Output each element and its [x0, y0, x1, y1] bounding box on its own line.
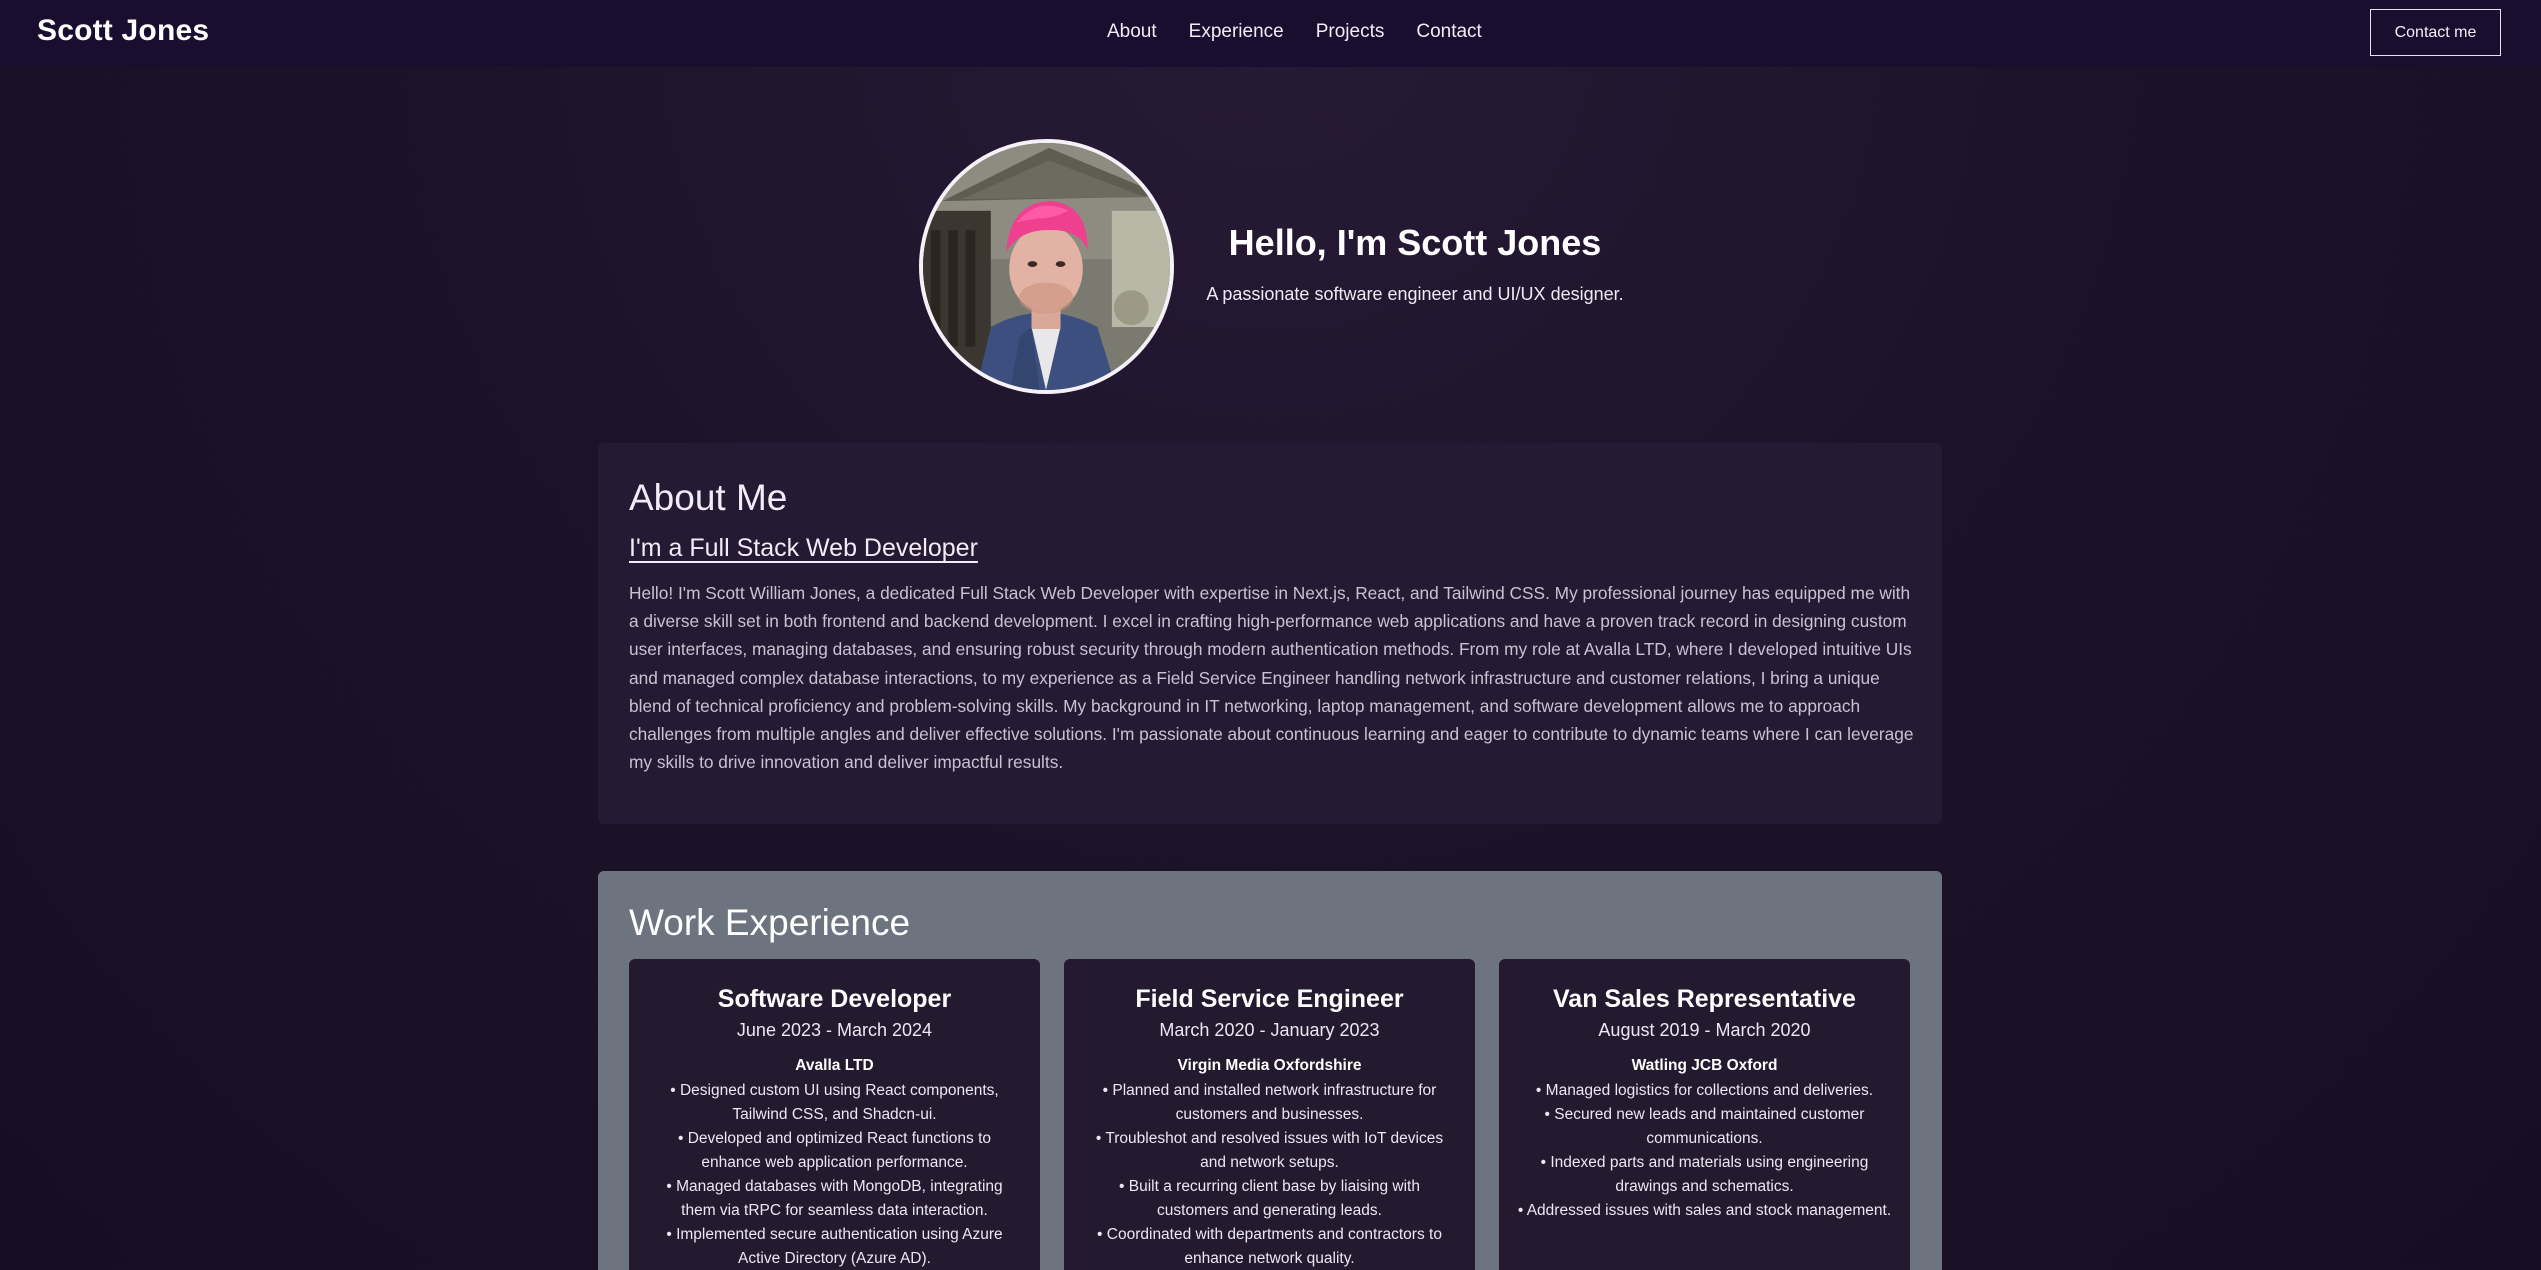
job-bullet: Built a recurring client base by liaisin… [1082, 1175, 1457, 1223]
job-bullet: Addressed issues with sales and stock ma… [1517, 1199, 1892, 1223]
job-bullet: Indexed parts and materials using engine… [1517, 1151, 1892, 1199]
job-bullet: Managed logistics for collections and de… [1517, 1079, 1892, 1103]
nav-link-contact[interactable]: Contact [1416, 21, 1481, 43]
nav-links: About Experience Projects Contact [1107, 21, 1482, 43]
brand-name[interactable]: Scott Jones [37, 14, 209, 48]
job-title: Software Developer [717, 985, 952, 1013]
job-bullet: Implemented secure authentication using … [647, 1223, 1022, 1270]
job-bullet-list: Managed logistics for collections and de… [1499, 1079, 1910, 1223]
hero-subtitle: A passionate software engineer and UI/UX… [1206, 284, 1624, 304]
job-bullet: Coordinated with departments and contrac… [1082, 1223, 1457, 1270]
nav-link-projects[interactable]: Projects [1316, 21, 1385, 43]
job-dates: August 2019 - March 2020 [1598, 1020, 1811, 1040]
work-experience-section: Work Experience Software Developer June … [598, 871, 1942, 1270]
job-bullet: Troubleshot and resolved issues with IoT… [1082, 1127, 1457, 1175]
about-section: About Me I'm a Full Stack Web Developer … [598, 443, 1942, 824]
profile-photo-image [923, 143, 1170, 390]
contact-me-button[interactable]: Contact me [2370, 9, 2501, 56]
profile-photo [919, 139, 1174, 394]
job-bullet: Designed custom UI using React component… [647, 1079, 1022, 1127]
job-card-van-sales-representative: Van Sales Representative August 2019 - M… [1499, 959, 1910, 1270]
job-company: Avalla LTD [795, 1057, 874, 1074]
job-dates: June 2023 - March 2024 [736, 1020, 933, 1040]
about-body-text: Hello! I'm Scott William Jones, a dedica… [629, 583, 1914, 773]
job-bullet: Secured new leads and maintained custome… [1517, 1103, 1892, 1151]
job-card-field-service-engineer: Field Service Engineer March 2020 - Janu… [1064, 959, 1475, 1270]
job-card-software-developer: Software Developer June 2023 - March 202… [629, 959, 1040, 1270]
top-navbar: Scott Jones About Experience Projects Co… [0, 0, 2541, 67]
about-heading: About Me [629, 477, 788, 518]
nav-link-about[interactable]: About [1107, 21, 1157, 43]
job-dates: March 2020 - January 2023 [1159, 1020, 1380, 1040]
hero-title: Hello, I'm Scott Jones [1228, 222, 1602, 263]
job-bullet-list: Designed custom UI using React component… [629, 1079, 1040, 1270]
job-company: Virgin Media Oxfordshire [1177, 1057, 1362, 1074]
job-company: Watling JCB Oxford [1631, 1057, 1778, 1074]
job-bullet-list: Planned and installed network infrastruc… [1064, 1079, 1475, 1270]
job-bullet: Managed databases with MongoDB, integrat… [647, 1175, 1022, 1223]
job-title: Field Service Engineer [1135, 985, 1404, 1013]
job-bullet: Planned and installed network infrastruc… [1082, 1079, 1457, 1127]
job-title: Van Sales Representative [1553, 985, 1856, 1013]
nav-link-experience[interactable]: Experience [1189, 21, 1284, 43]
about-subheading: I'm a Full Stack Web Developer [629, 534, 978, 562]
work-experience-heading: Work Experience [629, 902, 911, 943]
job-bullet: Developed and optimized React functions … [647, 1127, 1022, 1175]
